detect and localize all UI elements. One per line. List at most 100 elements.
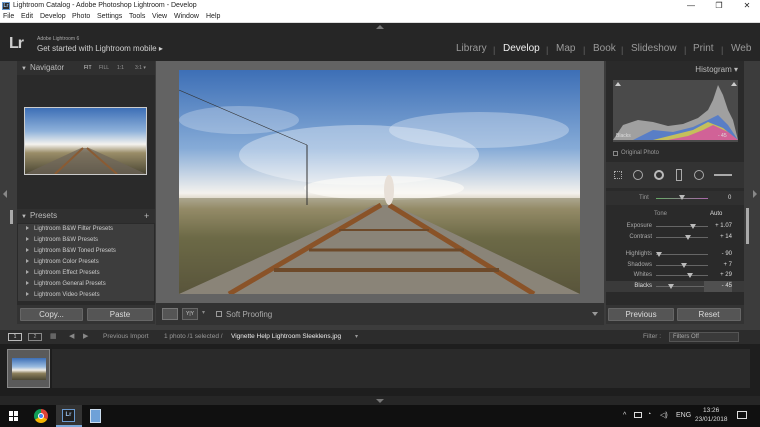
slider-knob[interactable]	[685, 234, 692, 240]
slider-track[interactable]	[656, 254, 708, 256]
contrast-value[interactable]: + 14	[704, 232, 732, 243]
presets-header[interactable]: ▼ Presets +	[17, 209, 155, 223]
menu-help[interactable]: Help	[206, 13, 220, 20]
lightroom-mobile-link[interactable]: Get started with Lightroom mobile ▸	[37, 44, 163, 53]
secondary-window-button[interactable]: 2	[28, 333, 42, 341]
clock-time[interactable]: 13:26	[703, 407, 719, 414]
shadows-value[interactable]: + 7	[704, 260, 732, 271]
view-dropdown-icon[interactable]: ▾	[202, 309, 205, 316]
module-map[interactable]: Map	[556, 43, 575, 54]
menu-settings[interactable]: Settings	[97, 13, 122, 20]
original-photo-checkbox[interactable]	[613, 151, 618, 156]
preset-folder-item[interactable]: Lightroom General Presets	[18, 279, 154, 290]
volume-icon[interactable]: ◁)	[660, 411, 668, 419]
spot-removal-icon[interactable]	[633, 170, 643, 180]
menu-file[interactable]: File	[3, 13, 14, 20]
main-window-button[interactable]: 1	[8, 333, 22, 341]
close-button[interactable]: ✕	[742, 1, 752, 11]
slider-knob[interactable]	[656, 252, 663, 258]
preset-folder-item[interactable]: Lightroom Color Presets	[18, 257, 154, 268]
module-book[interactable]: Book	[593, 43, 616, 54]
highlights-value[interactable]: - 90	[704, 249, 732, 260]
highlight-clipping-icon[interactable]	[731, 82, 737, 86]
filename-dropdown-icon[interactable]: ▾	[355, 333, 358, 340]
minimize-button[interactable]: —	[686, 1, 696, 11]
zoom-1-1[interactable]: 1:1	[117, 61, 124, 75]
before-after-icon[interactable]: Y|Y	[182, 308, 198, 320]
tint-value[interactable]: 0	[728, 195, 731, 201]
left-panel-scrollbar[interactable]	[10, 210, 13, 224]
tray-up-arrow-icon[interactable]: ^	[623, 412, 626, 419]
chrome-icon[interactable]	[34, 409, 48, 423]
filmstrip-thumbnail[interactable]	[7, 349, 50, 388]
add-preset-icon[interactable]: +	[144, 209, 149, 223]
preset-folder-item[interactable]: Lightroom B&W Filter Presets	[18, 224, 154, 235]
preset-folder-item[interactable]: Lightroom B&W Toned Presets	[18, 246, 154, 257]
slider-track[interactable]	[656, 236, 708, 238]
zoom-fill[interactable]: FILL	[99, 61, 109, 75]
menu-view[interactable]: View	[152, 13, 167, 20]
language-indicator[interactable]: ENG	[676, 412, 691, 419]
file-explorer-icon[interactable]	[90, 409, 101, 423]
histogram-graph[interactable]: Blacks - 45	[613, 80, 738, 142]
slider-knob[interactable]	[667, 283, 674, 289]
whites-value[interactable]: + 29	[704, 270, 732, 281]
back-arrow-icon[interactable]: ◀	[69, 332, 74, 340]
preset-folder-item[interactable]: Lightroom Effect Presets	[18, 268, 154, 279]
tone-auto-button[interactable]: Auto	[710, 211, 722, 217]
zoom-3-1[interactable]: 3:1 ▾	[135, 61, 146, 75]
slider-knob[interactable]	[686, 273, 693, 279]
start-button[interactable]	[9, 411, 19, 421]
right-panel-scrollbar[interactable]	[746, 208, 749, 244]
filter-select[interactable]: Filters Off	[669, 332, 739, 342]
previous-button[interactable]: Previous	[608, 308, 674, 321]
slider-knob[interactable]	[681, 262, 688, 268]
adjustment-brush-icon[interactable]	[714, 174, 732, 176]
histogram-header[interactable]: Histogram ▾	[606, 63, 744, 76]
navigator-preview[interactable]	[24, 107, 147, 175]
navigator-header[interactable]: ▼ Navigator FIT FILL 1:1 3:1 ▾	[17, 61, 155, 75]
module-slideshow[interactable]: Slideshow	[631, 43, 677, 54]
shadow-clipping-icon[interactable]	[615, 82, 621, 86]
clock-date[interactable]: 23/01/2018	[695, 416, 728, 423]
module-library[interactable]: Library	[456, 43, 487, 54]
tint-slider-knob[interactable]	[679, 195, 685, 200]
zoom-fit[interactable]: FIT	[84, 61, 92, 75]
menu-edit[interactable]: Edit	[21, 13, 33, 20]
lightroom-taskbar-button[interactable]: Lr	[56, 405, 82, 427]
toolbar-menu-icon[interactable]	[592, 312, 598, 316]
loupe-view-icon[interactable]	[162, 308, 178, 320]
slider-knob[interactable]	[690, 224, 697, 229]
blacks-value[interactable]: - 45	[704, 280, 732, 292]
slider-track[interactable]	[656, 285, 708, 287]
source-label[interactable]: Previous Import	[103, 333, 149, 340]
collapse-right-arrow-icon[interactable]	[753, 190, 757, 198]
menu-tools[interactable]: Tools	[129, 13, 145, 20]
crop-tool-icon[interactable]	[614, 171, 622, 179]
action-center-icon[interactable]	[737, 411, 747, 419]
forward-arrow-icon[interactable]: ▶	[83, 332, 88, 340]
preset-folder-item[interactable]: Lightroom B&W Presets	[18, 235, 154, 246]
graduated-filter-icon[interactable]	[676, 169, 682, 181]
menu-develop[interactable]: Develop	[40, 13, 66, 20]
reset-button[interactable]: Reset	[677, 308, 741, 321]
copy-button[interactable]: Copy...	[20, 308, 83, 321]
red-eye-icon[interactable]	[654, 170, 664, 180]
main-photo[interactable]	[179, 70, 580, 294]
paste-button[interactable]: Paste	[87, 308, 153, 321]
wifi-icon[interactable]: ◔	[647, 411, 651, 418]
menu-photo[interactable]: Photo	[72, 13, 90, 20]
collapse-left-arrow-icon[interactable]	[3, 190, 7, 198]
collapse-top-arrow-icon[interactable]	[376, 25, 384, 29]
module-web[interactable]: Web	[731, 43, 751, 54]
exposure-value[interactable]: + 1.07	[704, 221, 732, 232]
slider-track[interactable]	[656, 226, 708, 227]
preset-folder-item[interactable]: Lightroom Video Presets	[18, 290, 154, 301]
radial-filter-icon[interactable]	[694, 170, 704, 180]
module-develop[interactable]: Develop	[503, 43, 540, 54]
menu-window[interactable]: Window	[174, 13, 199, 20]
slider-track[interactable]	[656, 275, 708, 277]
grid-view-icon[interactable]: ▦	[50, 332, 57, 340]
maximize-button[interactable]: ❐	[714, 1, 724, 11]
battery-icon[interactable]	[634, 412, 642, 418]
